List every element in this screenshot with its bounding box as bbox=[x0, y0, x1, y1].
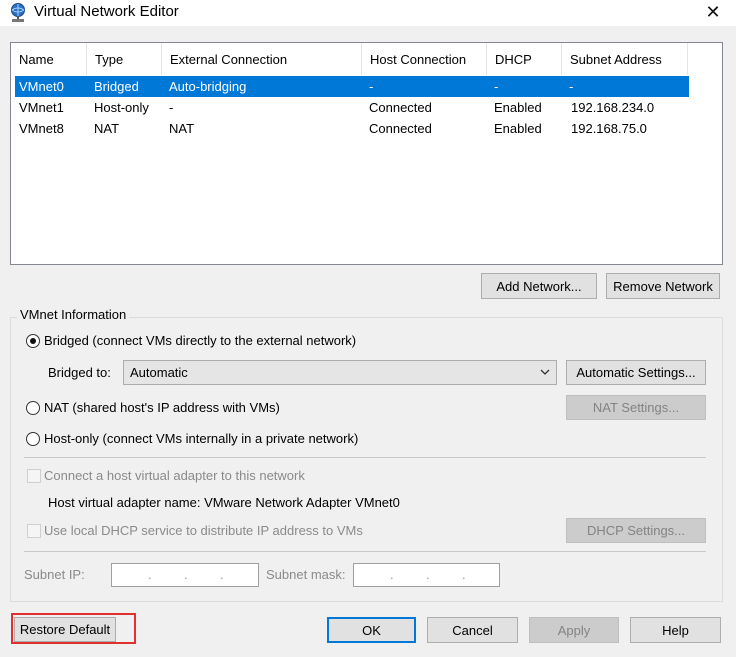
window-title: Virtual Network Editor bbox=[34, 3, 179, 20]
ip-dot: . bbox=[220, 567, 224, 582]
cell-type: Host-only bbox=[94, 100, 149, 115]
nat-settings-button[interactable]: NAT Settings... bbox=[566, 395, 706, 420]
ip-dot: . bbox=[390, 567, 394, 582]
divider bbox=[24, 551, 706, 552]
nat-label[interactable]: NAT (shared host's IP address with VMs) bbox=[44, 400, 280, 416]
divider bbox=[24, 457, 706, 458]
column-header-dhcp[interactable]: DHCP bbox=[487, 43, 562, 75]
network-globe-icon bbox=[11, 3, 25, 22]
column-header-external-connection[interactable]: External Connection bbox=[162, 43, 362, 75]
bridged-radio[interactable] bbox=[26, 334, 40, 348]
cell-type: NAT bbox=[94, 121, 120, 136]
dhcp-checkbox[interactable] bbox=[27, 524, 41, 538]
cell-host: Connected bbox=[369, 121, 432, 136]
dhcp-label[interactable]: Use local DHCP service to distribute IP … bbox=[44, 523, 363, 539]
automatic-settings-button[interactable]: Automatic Settings... bbox=[566, 360, 706, 385]
subnet-mask-label: Subnet mask: bbox=[266, 567, 346, 582]
column-header-host-connection[interactable]: Host Connection bbox=[362, 43, 487, 75]
group-label: VMnet Information bbox=[17, 307, 130, 323]
connect-adapter-label[interactable]: Connect a host virtual adapter to this n… bbox=[44, 468, 305, 484]
apply-button[interactable]: Apply bbox=[529, 617, 619, 643]
cell-external: - bbox=[169, 100, 174, 115]
bridged-label[interactable]: Bridged (connect VMs directly to the ext… bbox=[44, 333, 356, 349]
column-header-subnet-address[interactable]: Subnet Address bbox=[562, 43, 688, 75]
host-only-radio[interactable] bbox=[26, 432, 40, 446]
cell-host: Connected bbox=[369, 100, 432, 115]
cell-type: Bridged bbox=[94, 79, 139, 94]
cell-name: VMnet0 bbox=[19, 79, 64, 94]
cell-external: NAT bbox=[169, 121, 195, 136]
cell-dhcp: Enabled bbox=[494, 121, 542, 136]
cell-name: VMnet1 bbox=[19, 100, 64, 115]
close-icon[interactable]: ✕ bbox=[700, 0, 726, 26]
highlight-box bbox=[11, 613, 136, 644]
ip-dot: . bbox=[148, 567, 152, 582]
ok-button[interactable]: OK bbox=[327, 617, 416, 643]
cell-name: VMnet8 bbox=[19, 121, 64, 136]
cancel-button[interactable]: Cancel bbox=[427, 617, 518, 643]
subnet-ip-input[interactable]: . . . bbox=[111, 563, 259, 587]
ip-dot: . bbox=[462, 567, 466, 582]
ip-dot: . bbox=[426, 567, 430, 582]
connect-adapter-checkbox[interactable] bbox=[27, 469, 41, 483]
subnet-mask-input[interactable]: . . . bbox=[353, 563, 500, 587]
remove-network-button[interactable]: Remove Network bbox=[606, 273, 720, 299]
table-row-vmnet0[interactable]: VMnet0 Bridged Auto-bridging - - - bbox=[15, 76, 689, 97]
bridged-to-label: Bridged to: bbox=[48, 365, 111, 380]
cell-subnet: 192.168.75.0 bbox=[571, 121, 647, 136]
ip-dot: . bbox=[184, 567, 188, 582]
network-list[interactable]: Name Type External Connection Host Conne… bbox=[10, 42, 723, 265]
chevron-down-icon bbox=[540, 369, 550, 375]
adapter-name-text: Host virtual adapter name: VMware Networ… bbox=[48, 495, 400, 510]
help-button[interactable]: Help bbox=[630, 617, 721, 643]
add-network-button[interactable]: Add Network... bbox=[481, 273, 597, 299]
cell-subnet: 192.168.234.0 bbox=[571, 100, 655, 115]
cell-external: Auto-bridging bbox=[169, 79, 247, 94]
subnet-ip-label: Subnet IP: bbox=[24, 567, 85, 582]
cell-subnet: - bbox=[569, 79, 574, 94]
table-row-vmnet8[interactable]: VMnet8 NAT NAT Connected Enabled 192.168… bbox=[15, 118, 689, 139]
bridged-to-select[interactable]: Automatic bbox=[123, 360, 557, 385]
title-bar: Virtual Network Editor ✕ bbox=[0, 0, 736, 26]
column-header-type[interactable]: Type bbox=[87, 43, 162, 75]
nat-radio[interactable] bbox=[26, 401, 40, 415]
column-header-name[interactable]: Name bbox=[11, 43, 87, 75]
cell-host: - bbox=[369, 79, 374, 94]
cell-dhcp: Enabled bbox=[494, 100, 542, 115]
cell-dhcp: - bbox=[494, 79, 499, 94]
table-row-vmnet1[interactable]: VMnet1 Host-only - Connected Enabled 192… bbox=[15, 97, 689, 118]
dhcp-settings-button[interactable]: DHCP Settings... bbox=[566, 518, 706, 543]
host-only-label[interactable]: Host-only (connect VMs internally in a p… bbox=[44, 431, 358, 447]
bridged-to-value: Automatic bbox=[130, 365, 188, 380]
